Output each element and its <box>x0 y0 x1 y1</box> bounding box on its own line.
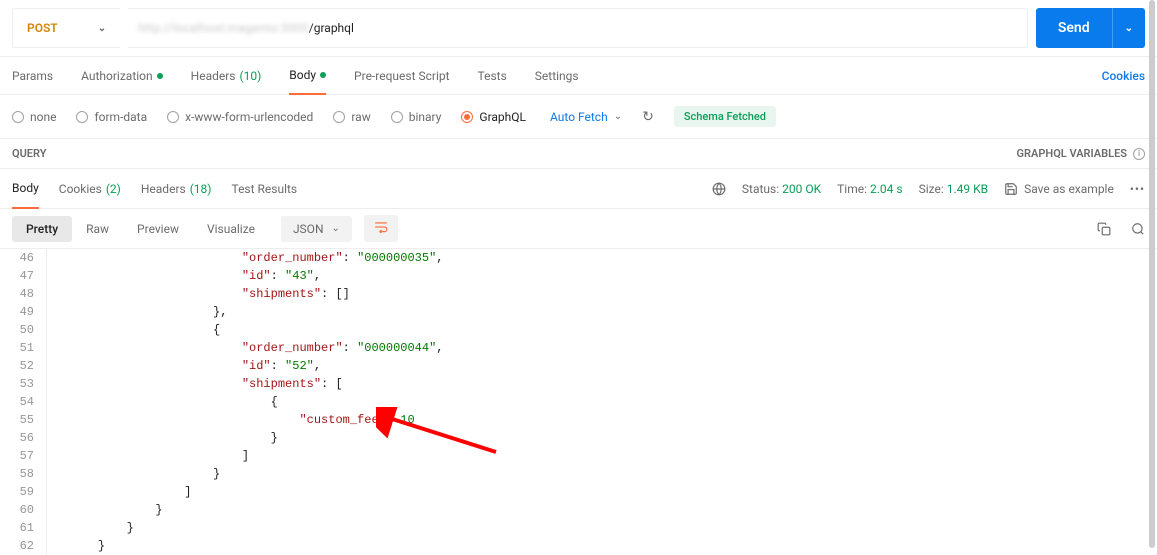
line-number: 48 <box>0 285 46 303</box>
send-dropdown-chevron[interactable]: ⌄ <box>1112 8 1145 48</box>
resp-tab-test-results[interactable]: Test Results <box>231 169 297 208</box>
tab-prerequest[interactable]: Pre-request Script <box>354 57 449 94</box>
line-number: 52 <box>0 357 46 375</box>
save-icon <box>1004 182 1018 196</box>
line-number: 50 <box>0 321 46 339</box>
line-number: 46 <box>0 249 46 267</box>
line-number: 53 <box>0 375 46 393</box>
tab-headers[interactable]: Headers (10) <box>191 57 262 94</box>
line-number: 54 <box>0 393 46 411</box>
format-select[interactable]: JSON⌄ <box>281 216 352 242</box>
radio-urlencoded[interactable]: x-www-form-urlencoded <box>167 110 313 124</box>
line-number: 49 <box>0 303 46 321</box>
line-number: 55 <box>0 411 46 429</box>
response-body-viewer[interactable]: 46 "order_number": "000000035", 47 "id":… <box>0 249 1157 555</box>
status-text: Status: 200 OK <box>742 182 821 196</box>
line-number: 61 <box>0 519 46 537</box>
radio-graphql[interactable]: GraphQL <box>461 110 526 124</box>
viewer-visualize[interactable]: Visualize <box>193 216 269 242</box>
save-as-example-button[interactable]: Save as example <box>1004 182 1114 196</box>
viewer-mode-segment: Pretty <box>12 216 72 242</box>
resp-tab-body[interactable]: Body <box>12 170 39 209</box>
info-icon[interactable]: i <box>1133 148 1145 160</box>
status-dot-icon <box>157 73 163 79</box>
chevron-down-icon: ⌄ <box>98 23 106 34</box>
viewer-preview[interactable]: Preview <box>123 216 193 242</box>
url-input[interactable]: http://localhost:magento:3000/graphql <box>128 8 1028 48</box>
viewer-raw[interactable]: Raw <box>72 216 123 242</box>
auto-fetch-link[interactable]: Auto Fetch⌄ <box>550 110 622 124</box>
copy-icon[interactable] <box>1097 222 1111 236</box>
radio-icon <box>333 111 345 123</box>
radio-raw[interactable]: raw <box>333 110 370 124</box>
line-number: 56 <box>0 429 46 447</box>
line-number: 57 <box>0 447 46 465</box>
http-method-select[interactable]: POST ⌄ <box>12 8 120 48</box>
line-number: 51 <box>0 339 46 357</box>
cookies-link[interactable]: Cookies <box>1102 69 1145 83</box>
url-visible-segment: /graphql <box>309 21 354 35</box>
time-text: Time: 2.04 s <box>837 182 902 196</box>
schema-status-badge: Schema Fetched <box>674 106 776 127</box>
variables-section-header: GRAPHQL VARIABLESi <box>1017 147 1145 160</box>
line-number: 60 <box>0 501 46 519</box>
tab-settings[interactable]: Settings <box>535 57 579 94</box>
chevron-down-icon: ⌄ <box>332 223 340 234</box>
radio-icon <box>461 111 473 123</box>
search-icon[interactable] <box>1131 222 1145 236</box>
resp-tab-headers[interactable]: Headers (18) <box>141 169 212 208</box>
radio-binary[interactable]: binary <box>391 110 442 124</box>
line-number: 47 <box>0 267 46 285</box>
radio-icon <box>391 111 403 123</box>
tab-params[interactable]: Params <box>12 57 53 94</box>
chevron-down-icon: ⌄ <box>614 111 622 122</box>
refresh-icon[interactable]: ↻ <box>642 109 654 125</box>
radio-icon <box>76 111 88 123</box>
query-section-header: QUERY <box>12 147 1017 160</box>
url-hidden-segment: http://localhost:magento:3000 <box>138 21 309 35</box>
send-button[interactable]: Send ⌄ <box>1036 8 1145 48</box>
size-text: Size: 1.49 KB <box>919 182 989 196</box>
scrollbar[interactable] <box>1149 0 1155 548</box>
line-number: 62 <box>0 537 46 555</box>
tab-tests[interactable]: Tests <box>478 57 507 94</box>
tab-authorization[interactable]: Authorization <box>81 57 163 94</box>
radio-form-data[interactable]: form-data <box>76 110 147 124</box>
viewer-pretty[interactable]: Pretty <box>12 216 72 242</box>
more-icon[interactable]: ••• <box>1130 182 1145 196</box>
line-number: 59 <box>0 483 46 501</box>
send-button-label: Send <box>1036 8 1112 48</box>
http-method-label: POST <box>27 21 58 35</box>
status-dot-icon <box>320 72 326 78</box>
wrap-lines-button[interactable] <box>364 215 398 242</box>
radio-icon <box>167 111 179 123</box>
radio-icon <box>12 111 24 123</box>
tab-body[interactable]: Body <box>289 58 326 95</box>
radio-none[interactable]: none <box>12 110 56 124</box>
line-number: 58 <box>0 465 46 483</box>
globe-icon[interactable] <box>712 182 726 196</box>
resp-tab-cookies[interactable]: Cookies (2) <box>59 169 121 208</box>
